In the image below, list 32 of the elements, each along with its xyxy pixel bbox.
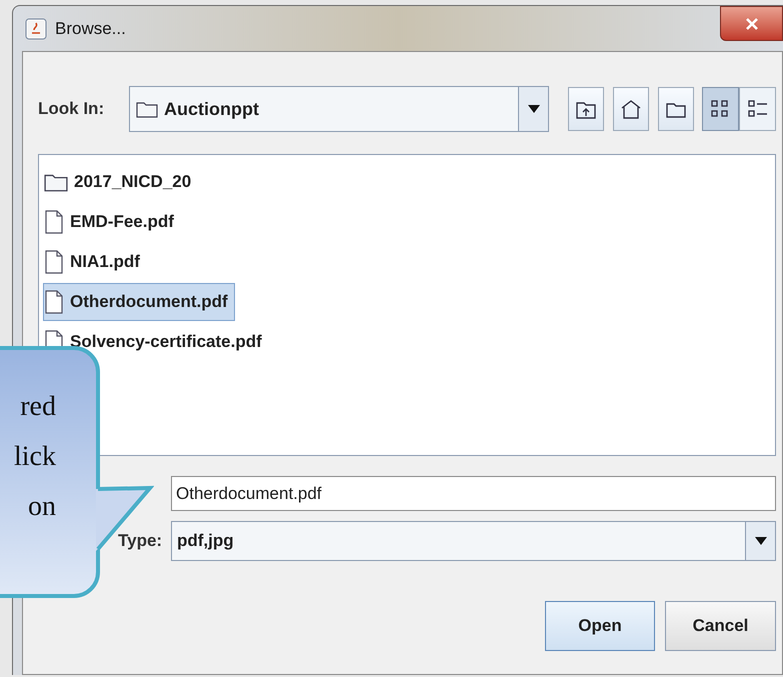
file-type-dropdown[interactable]: pdf,jpg <box>171 521 776 561</box>
file-item[interactable]: NIA1.pdf <box>43 243 147 281</box>
app-icon <box>25 18 47 40</box>
folder-icon <box>44 172 68 192</box>
window-title: Browse... <box>55 18 126 40</box>
callout-text: lick <box>14 440 56 474</box>
look-in-value: Auctionppt <box>164 98 259 121</box>
folder-icon <box>136 100 158 118</box>
document-icon <box>44 210 64 234</box>
look-in-label: Look In: <box>38 98 106 120</box>
view-toggle[interactable] <box>739 87 776 131</box>
callout-text: on <box>28 490 56 524</box>
document-icon <box>44 290 64 314</box>
file-item[interactable]: 2017_NICD_20 <box>43 163 198 201</box>
look-in-dropdown[interactable]: Auctionppt <box>129 86 549 132</box>
close-icon <box>744 16 758 30</box>
file-type-label: Type: <box>117 530 164 552</box>
dialog-button[interactable]: Cancel <box>665 601 776 651</box>
file-item[interactable]: Otherdocument.pdf <box>43 283 235 321</box>
dialog-button[interactable]: Open <box>545 601 655 651</box>
file-item[interactable]: EMD-Fee.pdf <box>43 203 181 241</box>
home-icon <box>620 98 642 120</box>
close-button[interactable] <box>720 6 783 41</box>
view-toggle[interactable] <box>702 87 739 131</box>
toolbar-button[interactable] <box>658 87 694 131</box>
caret-icon <box>754 536 768 546</box>
toolbar-button[interactable] <box>613 87 649 131</box>
document-icon <box>44 250 64 274</box>
caret-icon <box>526 104 540 114</box>
file-name-field[interactable]: Otherdocument.pdf <box>171 476 776 511</box>
callout-text: red <box>20 390 56 424</box>
toolbar-button[interactable] <box>568 87 604 131</box>
